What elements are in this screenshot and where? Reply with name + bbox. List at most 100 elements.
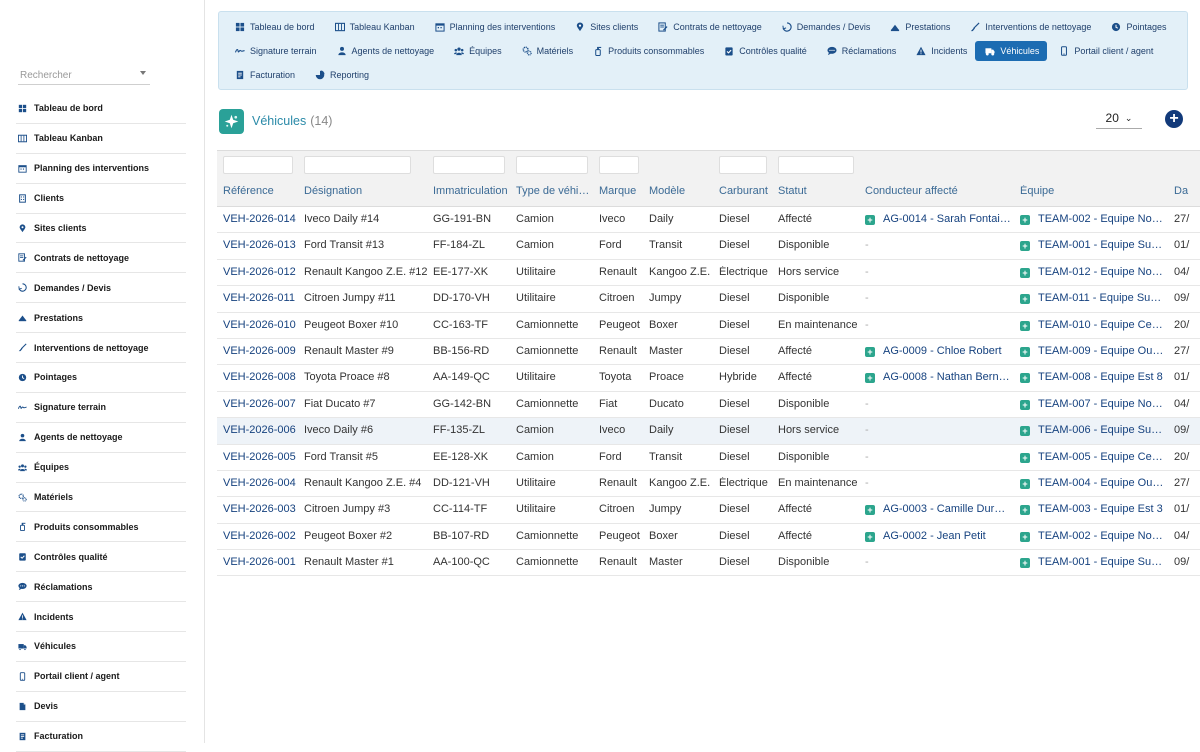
add-vehicle-button[interactable]: +: [1165, 110, 1183, 128]
nav-tab-mobile[interactable]: Portail client / agent: [1047, 41, 1161, 61]
nav-tab-gears[interactable]: Matériels: [510, 41, 582, 61]
nav-tab-chat[interactable]: Réclamations: [815, 41, 905, 61]
cell-reference[interactable]: VEH-2026-007: [223, 398, 298, 410]
plus-badge-icon[interactable]: +: [1020, 346, 1030, 357]
cell-equipe[interactable]: + TEAM-012 - Equipe No…: [1020, 266, 1170, 278]
cell-equipe-link[interactable]: TEAM-006 - Equipe Su…: [1038, 424, 1162, 436]
sidebar-item-contract[interactable]: Contrats de nettoyage: [16, 243, 186, 274]
cell-equipe[interactable]: + TEAM-001 - Equipe Su…: [1020, 239, 1170, 252]
column-filter-input[interactable]: [516, 156, 588, 174]
cell-equipe[interactable]: + TEAM-004 - Equipe Ou…: [1020, 477, 1170, 489]
table-row[interactable]: VEH-2026-007 Fiat Ducato #7 GG-142-BN Camio…: [217, 392, 1200, 419]
cell-equipe[interactable]: + TEAM-002 - Equipe No…: [1020, 530, 1170, 542]
cell-equipe-link[interactable]: TEAM-010 - Equipe Ce…: [1038, 319, 1163, 331]
table-row[interactable]: VEH-2026-010 Peugeot Boxer #10 CC-163-TF Ca…: [217, 313, 1200, 339]
plus-badge-icon[interactable]: +: [1020, 320, 1030, 331]
cell-equipe-link[interactable]: TEAM-003 - Equipe Est 3: [1038, 503, 1163, 515]
column-filter-input[interactable]: [304, 156, 411, 174]
sidebar-item-map-pin[interactable]: Sites clients: [16, 214, 186, 244]
cell-equipe[interactable]: + TEAM-002 - Equipe No…: [1020, 213, 1170, 225]
nav-tab-map-pin[interactable]: Sites clients: [563, 17, 646, 37]
table-row[interactable]: VEH-2026-011 Citroen Jumpy #11 DD-170-VH Ut…: [217, 286, 1200, 313]
table-row[interactable]: VEH-2026-006 Iveco Daily #6 FF-135-ZL Camio…: [217, 418, 1200, 445]
sidebar-item-chat[interactable]: Réclamations: [16, 572, 186, 603]
sidebar-item-clipboard-check[interactable]: Contrôles qualité: [16, 542, 186, 573]
nav-tab-clock[interactable]: Pointages: [1099, 17, 1174, 37]
column-header[interactable]: Équipe: [1020, 185, 1170, 197]
nav-tab-broom[interactable]: Interventions de nettoyage: [958, 17, 1099, 37]
plus-badge-icon[interactable]: +: [1020, 531, 1030, 542]
column-header[interactable]: Modèle: [649, 185, 717, 197]
plus-badge-icon[interactable]: +: [865, 346, 875, 357]
cell-reference[interactable]: VEH-2026-008: [223, 371, 298, 383]
plus-badge-icon[interactable]: +: [865, 373, 875, 384]
cell-equipe[interactable]: + TEAM-006 - Equipe Su…: [1020, 424, 1170, 437]
cell-conducteur-link[interactable]: AG-0008 - Nathan Bern…: [883, 371, 1010, 383]
column-header[interactable]: Conducteur affecté: [865, 185, 1015, 197]
cell-equipe[interactable]: + TEAM-011 - Equipe Su…: [1020, 292, 1170, 305]
cell-reference[interactable]: VEH-2026-011: [223, 292, 298, 304]
plus-badge-icon[interactable]: +: [1020, 399, 1030, 410]
plus-badge-icon[interactable]: +: [865, 505, 875, 516]
column-header[interactable]: Référence: [223, 185, 298, 197]
cell-conducteur[interactable]: + AG-0008 - Nathan Bern…: [865, 371, 1015, 384]
plus-badge-icon[interactable]: +: [1020, 452, 1030, 463]
sidebar-item-mobile[interactable]: Portail client / agent: [16, 662, 186, 692]
column-header[interactable]: Marque: [599, 185, 647, 197]
nav-tab-clipboard-check[interactable]: Contrôles qualité: [712, 41, 815, 61]
cell-conducteur-link[interactable]: AG-0009 - Chloe Robert: [883, 345, 1002, 357]
nav-tab-truck[interactable]: Véhicules: [975, 41, 1048, 61]
cell-reference[interactable]: VEH-2026-004: [223, 477, 298, 489]
cell-conducteur-link[interactable]: AG-0014 - Sarah Fontai…: [883, 213, 1011, 225]
table-row[interactable]: VEH-2026-004 Renault Kangoo Z.E. #4 DD-121…: [217, 471, 1200, 498]
plus-badge-icon[interactable]: +: [1020, 478, 1030, 489]
cell-reference[interactable]: VEH-2026-010: [223, 319, 298, 331]
nav-tab-dashboard[interactable]: Tableau de bord: [223, 17, 323, 37]
cell-equipe-link[interactable]: TEAM-002 - Equipe No…: [1038, 530, 1163, 542]
sidebar-item-gears[interactable]: Matériels: [16, 483, 186, 513]
sidebar-item-bottle[interactable]: Produits consommables: [16, 512, 186, 543]
cell-equipe[interactable]: + TEAM-003 - Equipe Est 3: [1020, 503, 1170, 516]
nav-tab-service[interactable]: Prestations: [878, 17, 958, 37]
sidebar-item-user[interactable]: Agents de nettoyage: [16, 423, 186, 453]
table-row[interactable]: VEH-2026-012 Renault Kangoo Z.E. #12 EE-17…: [217, 260, 1200, 287]
column-header[interactable]: Carburant: [719, 185, 775, 197]
column-filter-input[interactable]: [719, 156, 767, 174]
table-row[interactable]: VEH-2026-013 Ford Transit #13 FF-184-ZL Cam…: [217, 233, 1200, 260]
sidebar-item-calendar[interactable]: Planning des interventions: [16, 154, 186, 184]
sidebar-item-building[interactable]: Clients: [16, 184, 186, 214]
column-filter-input[interactable]: [223, 156, 293, 174]
table-row[interactable]: VEH-2026-009 Renault Master #9 BB-156-RD Ca…: [217, 339, 1200, 366]
cell-reference[interactable]: VEH-2026-005: [223, 451, 298, 463]
nav-tab-chart[interactable]: Reporting: [303, 65, 377, 85]
cell-equipe-link[interactable]: TEAM-001 - Equipe Su…: [1038, 556, 1162, 568]
cell-conducteur[interactable]: + AG-0009 - Chloe Robert: [865, 345, 1015, 357]
nav-tab-calendar[interactable]: Planning des interventions: [423, 17, 564, 37]
nav-tab-invoice[interactable]: Facturation: [223, 65, 303, 85]
cell-reference[interactable]: VEH-2026-003: [223, 503, 298, 515]
column-filter-input[interactable]: [433, 156, 505, 174]
cell-equipe-link[interactable]: TEAM-004 - Equipe Ou…: [1038, 477, 1163, 489]
cell-conducteur[interactable]: + AG-0003 - Camille Dur…: [865, 503, 1015, 516]
sidebar-item-clock[interactable]: Pointages: [16, 363, 186, 393]
plus-badge-icon[interactable]: +: [1020, 267, 1030, 278]
cell-conducteur[interactable]: + AG-0002 - Jean Petit: [865, 530, 1015, 542]
cell-conducteur-link[interactable]: AG-0002 - Jean Petit: [883, 530, 986, 542]
nav-tab-team[interactable]: Équipes: [442, 41, 510, 61]
sidebar-item-kanban[interactable]: Tableau Kanban: [16, 124, 186, 154]
cell-reference[interactable]: VEH-2026-013: [223, 239, 298, 251]
cell-conducteur[interactable]: + AG-0014 - Sarah Fontai…: [865, 213, 1015, 225]
cell-equipe[interactable]: + TEAM-009 - Equipe Ou…: [1020, 345, 1170, 357]
table-row[interactable]: VEH-2026-001 Renault Master #1 AA-100-QC Ca…: [217, 550, 1200, 577]
column-filter-input[interactable]: [599, 156, 639, 174]
nav-tab-kanban[interactable]: Tableau Kanban: [323, 17, 423, 37]
nav-tab-user[interactable]: Agents de nettoyage: [325, 41, 443, 61]
column-header[interactable]: Immatriculation: [433, 185, 513, 197]
sidebar-item-signature[interactable]: Signature terrain: [16, 393, 186, 423]
table-row[interactable]: VEH-2026-005 Ford Transit #5 EE-128-XK Cami…: [217, 445, 1200, 471]
sidebar-item-request[interactable]: Demandes / Devis: [16, 273, 186, 304]
sidebar-item-warning[interactable]: Incidents: [16, 602, 186, 633]
cell-equipe[interactable]: + TEAM-008 - Equipe Est 8: [1020, 371, 1170, 384]
per-page-select[interactable]: 20 ⌄: [1096, 110, 1142, 129]
sidebar-item-invoice[interactable]: Facturation: [16, 722, 186, 752]
